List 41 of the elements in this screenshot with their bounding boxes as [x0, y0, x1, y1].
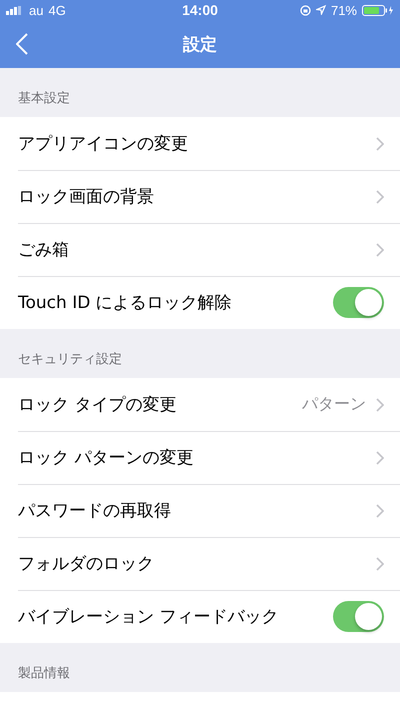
settings-row[interactable]: バイブレーション フィードバック: [0, 590, 400, 643]
rotation-lock-icon: [300, 4, 311, 16]
row-label: ロック タイプの変更: [18, 394, 178, 416]
battery-percent: 71%: [330, 2, 357, 18]
row-label: パスワードの再取得: [18, 500, 172, 522]
chevron-icon: [376, 136, 384, 150]
section-header: 製品情報: [18, 665, 70, 682]
chevron-icon: [376, 504, 384, 518]
chevron-icon: [376, 398, 384, 412]
row-label: フォルダのロック: [18, 553, 155, 575]
settings-row[interactable]: ロック タイプの変更 パターン: [0, 378, 400, 431]
location-icon: [316, 5, 326, 15]
settings-row[interactable]: アプリアイコンの変更: [0, 117, 400, 170]
clock-time: 14:00: [182, 2, 218, 18]
settings-row[interactable]: ロック パターンの変更: [0, 431, 400, 484]
row-label: ごみ箱: [18, 239, 70, 261]
toggle-switch[interactable]: [333, 287, 384, 318]
back-icon: [16, 33, 28, 55]
row-label: Touch ID によるロック解除: [18, 292, 233, 314]
battery-charging-icon: [362, 4, 394, 16]
signal-icon: [6, 6, 24, 14]
chevron-icon: [376, 190, 384, 204]
chevron-icon: [376, 450, 384, 464]
section-header: 基本設定: [18, 90, 70, 107]
settings-row[interactable]: ロック画面の背景: [0, 170, 400, 223]
network-type: 4G: [48, 2, 66, 18]
settings-row[interactable]: ごみ箱: [0, 223, 400, 276]
carrier-name: au: [29, 2, 44, 18]
chevron-icon: [376, 556, 384, 570]
settings-row[interactable]: Touch ID によるロック解除: [0, 276, 400, 329]
page-title: 設定: [183, 34, 217, 56]
row-label: ロック パターンの変更: [18, 447, 194, 469]
toggle-switch[interactable]: [333, 601, 384, 632]
settings-row[interactable]: パスワードの再取得: [0, 484, 400, 537]
row-label: ロック画面の背景: [18, 186, 155, 208]
row-label: バイブレーション フィードバック: [18, 606, 280, 628]
chevron-icon: [376, 242, 384, 256]
row-label: アプリアイコンの変更: [18, 133, 189, 155]
settings-row[interactable]: フォルダのロック: [0, 537, 400, 590]
row-value: パターン: [302, 394, 366, 415]
section-header: セキュリティ設定: [18, 351, 122, 368]
